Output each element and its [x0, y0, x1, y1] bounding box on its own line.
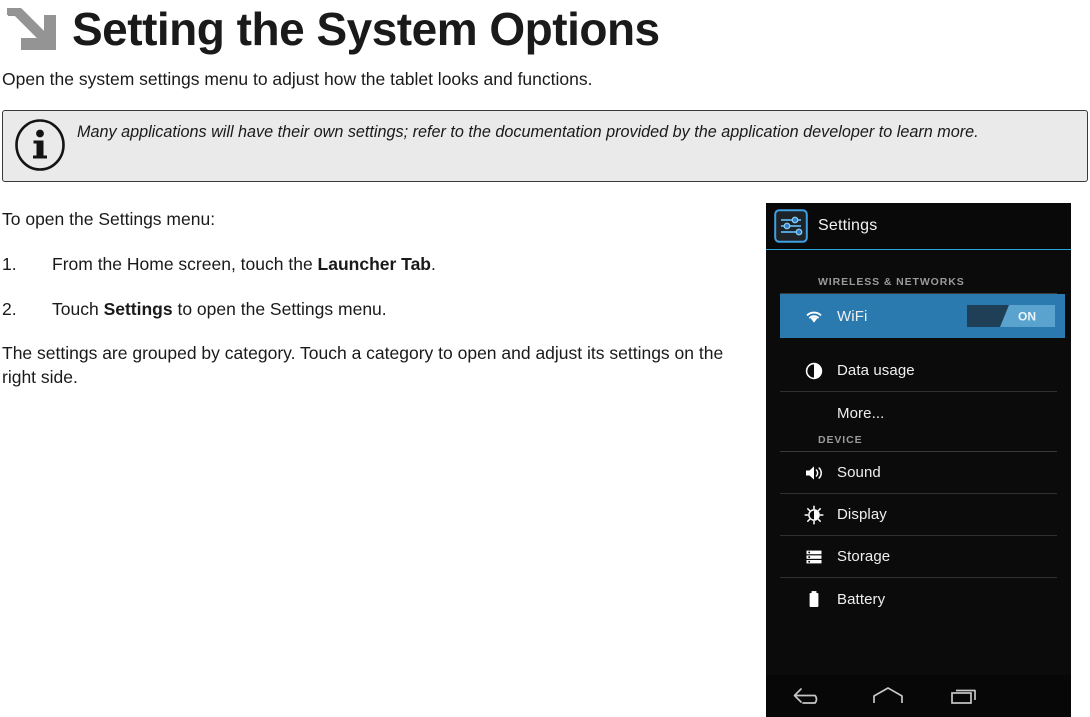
storage-icon — [806, 550, 822, 563]
settings-row-storage[interactable]: Storage — [780, 536, 1057, 578]
wifi-toggle[interactable]: ON — [967, 303, 1055, 329]
nav-back-button[interactable] — [782, 680, 838, 712]
settings-row-label: Data usage — [837, 362, 915, 379]
settings-row-label: Storage — [837, 548, 891, 565]
settings-row-display[interactable]: Display — [780, 494, 1057, 536]
intro-paragraph: Open the system settings menu to adjust … — [2, 69, 593, 89]
settings-row-sound[interactable]: Sound — [780, 452, 1057, 494]
back-icon — [793, 688, 818, 704]
settings-screenshot: Settings WIRELESS & NETWORKS WiFi ON Dat… — [766, 203, 1071, 717]
step-bold: Launcher Tab — [317, 253, 431, 274]
note-icon-container — [3, 111, 77, 179]
step-prefix: Touch — [52, 298, 104, 319]
step-text: Touch Settings to open the Settings menu… — [52, 298, 387, 321]
settings-list: WIRELESS & NETWORKS WiFi ON Data usage M… — [766, 250, 1071, 717]
step-suffix: . — [431, 253, 436, 274]
home-icon — [873, 687, 903, 703]
list-top-spacer — [766, 250, 1071, 276]
data-usage-icon — [805, 362, 823, 379]
row-gap — [766, 338, 1071, 350]
settings-row-label: More... — [837, 404, 885, 422]
document-page: Setting the System Options Open the syst… — [0, 0, 1090, 717]
section-header-wireless: WIRELESS & NETWORKS — [780, 276, 1057, 294]
list-item: 2. Touch Settings to open the Settings m… — [2, 298, 742, 321]
battery-icon — [809, 591, 819, 607]
recents-icon — [951, 689, 976, 704]
settings-title: Settings — [818, 217, 878, 234]
page-title: Setting the System Options — [72, 3, 660, 55]
step-bold: Settings — [103, 298, 173, 319]
sound-icon — [806, 465, 822, 480]
info-icon — [15, 119, 65, 171]
settings-row-data-usage[interactable]: Data usage — [780, 350, 1057, 392]
nav-home-button[interactable] — [860, 680, 916, 712]
settings-app-header: Settings — [766, 203, 1071, 250]
step-number: 2. — [2, 298, 17, 319]
section-header-device: DEVICE — [780, 434, 1057, 452]
display-brightness-icon — [804, 504, 824, 525]
settings-row-more[interactable]: More... — [780, 392, 1057, 434]
settings-sliders-icon — [774, 209, 808, 243]
note-callout: Many applications will have their own se… — [2, 110, 1088, 182]
steps-list: 1. From the Home screen, touch the Launc… — [2, 253, 742, 321]
step-suffix: to open the Settings menu. — [172, 298, 387, 319]
instructions-column: To open the Settings menu: 1. From the H… — [2, 208, 742, 389]
arrow-down-right-icon — [7, 8, 56, 50]
page-heading: Setting the System Options — [0, 0, 1090, 58]
list-item: 1. From the Home screen, touch the Launc… — [2, 253, 742, 276]
settings-row-label: Battery — [837, 590, 886, 608]
step-text: From the Home screen, touch the Launcher… — [52, 253, 436, 276]
settings-row-label: WiFi — [837, 307, 868, 325]
instructions-lead: To open the Settings menu: — [2, 209, 216, 229]
settings-row-battery[interactable]: Battery — [780, 578, 1057, 620]
nav-recents-button[interactable] — [938, 680, 994, 712]
note-text: Many applications will have their own se… — [77, 123, 979, 141]
wifi-toggle-label: ON — [1018, 310, 1036, 324]
step-prefix: From the Home screen, touch the — [52, 253, 318, 274]
step-number: 1. — [2, 253, 17, 274]
wifi-icon — [806, 311, 822, 323]
closing-paragraph: The settings are grouped by category. To… — [2, 343, 724, 387]
settings-row-wifi[interactable]: WiFi ON — [780, 294, 1065, 338]
android-navigation-bar — [766, 675, 1071, 717]
settings-row-label: Sound — [837, 464, 881, 481]
settings-row-label: Display — [837, 506, 887, 523]
